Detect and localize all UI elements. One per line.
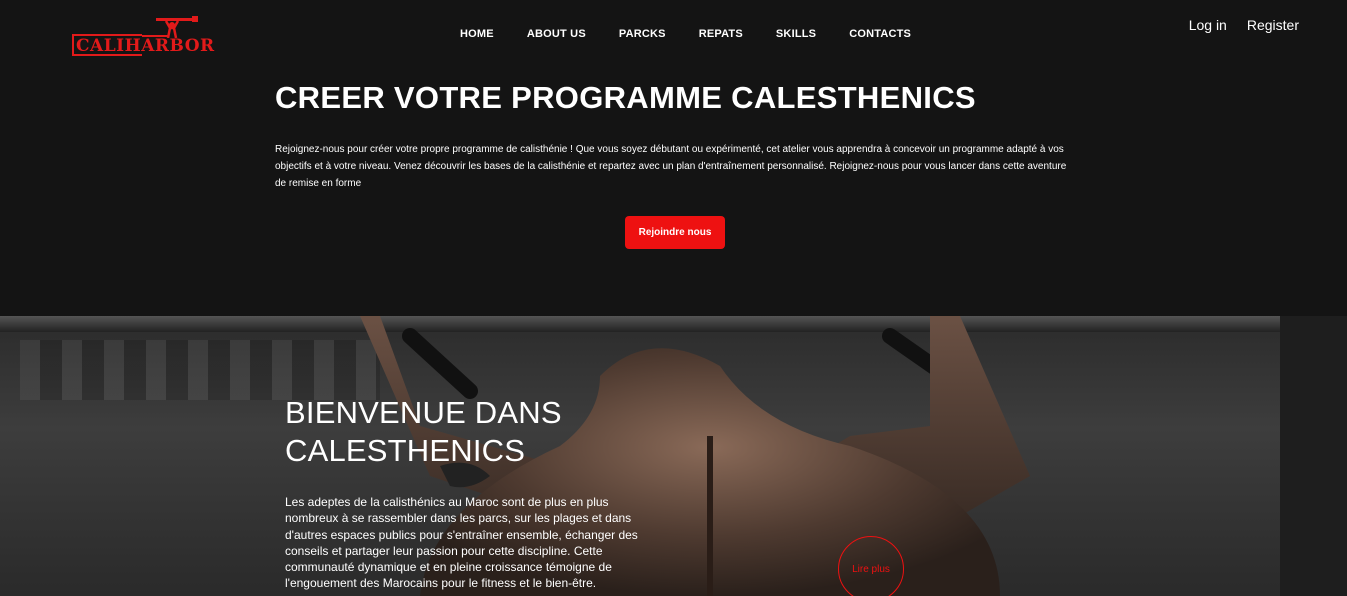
auth-links: Log in Register: [1169, 17, 1299, 33]
login-link[interactable]: Log in: [1189, 17, 1227, 33]
main-nav: HOME ABOUT US PARCKS REPATS SKILLS CONTA…: [460, 28, 944, 40]
nav-item-contacts[interactable]: CONTACTS: [849, 28, 911, 40]
nav-item-repats[interactable]: REPATS: [699, 28, 743, 40]
side-panel: [1280, 316, 1347, 596]
welcome-title-line2: CALESTHENICS: [285, 433, 526, 468]
register-link[interactable]: Register: [1247, 17, 1299, 33]
pullup-bar-athlete-icon: [142, 16, 198, 38]
nav-item-home[interactable]: HOME: [460, 28, 494, 40]
hero-title: CREER VOTRE PROGRAMME CALESTHENICS: [275, 80, 976, 115]
hero-description: Rejoignez-nous pour créer votre propre p…: [275, 144, 1067, 189]
brand-name: CALIHARBOR: [76, 36, 215, 56]
nav-item-parcks[interactable]: PARCKS: [619, 28, 666, 40]
header-section: CALIHARBOR HOME ABOUT US PARCKS REPATS S…: [0, 0, 1347, 316]
welcome-section: BIENVENUE DANS CALESTHENICS Les adeptes …: [0, 316, 1347, 596]
read-more-button[interactable]: Lire plus: [838, 536, 904, 596]
join-button[interactable]: Rejoindre nous: [625, 216, 725, 249]
nav-item-skills[interactable]: SKILLS: [776, 28, 816, 40]
welcome-title-line1: BIENVENUE DANS: [285, 395, 562, 430]
brand-logo[interactable]: CALIHARBOR: [72, 16, 217, 60]
welcome-title: BIENVENUE DANS CALESTHENICS: [285, 394, 562, 470]
welcome-description: Les adeptes de la calisthénics au Maroc …: [285, 495, 638, 591]
nav-item-about-us[interactable]: ABOUT US: [527, 28, 586, 40]
